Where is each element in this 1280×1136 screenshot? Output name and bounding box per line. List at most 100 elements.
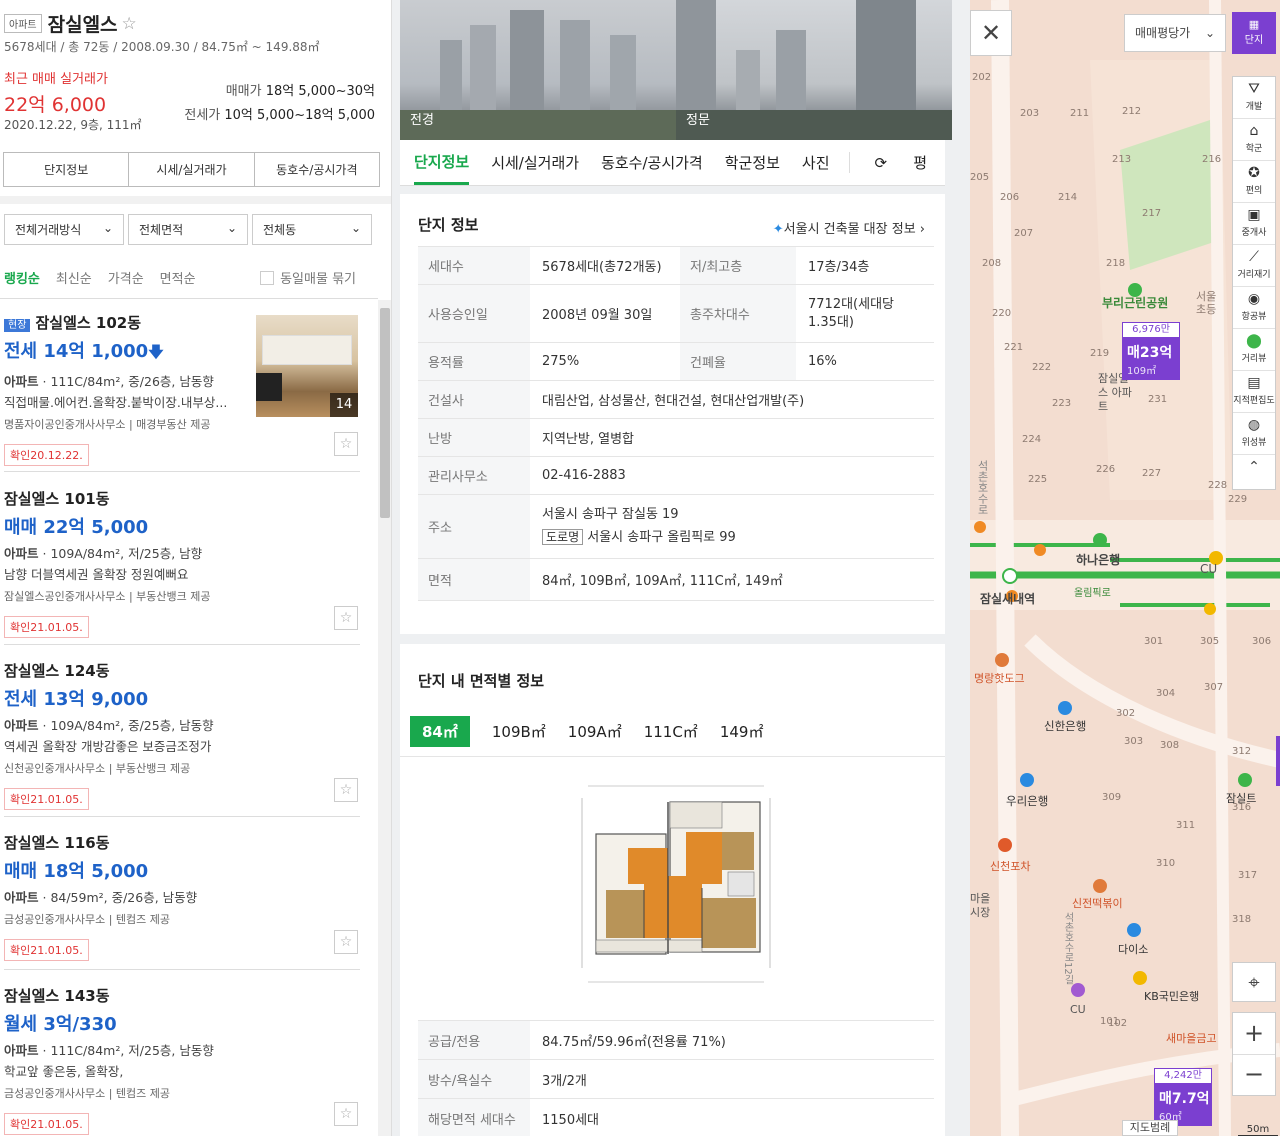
listing-title: 잠실엘스 124동 xyxy=(4,662,110,680)
listing-price: 전세 13억 9,000 xyxy=(4,689,149,710)
sort-price[interactable]: 가격순 xyxy=(108,268,144,287)
refresh-icon: ⟳ xyxy=(874,154,888,172)
price-type-select[interactable]: 매매평당가 ⌄ xyxy=(1124,14,1226,52)
area-tab-109a[interactable]: 109A㎡ xyxy=(568,721,622,742)
map-label-school: 서울 초등 xyxy=(1196,290,1217,316)
sort-area[interactable]: 면적순 xyxy=(160,268,196,287)
sort-latest[interactable]: 최신순 xyxy=(56,268,92,287)
area-tab-84[interactable]: 84㎡ xyxy=(410,716,470,747)
listing-desc: 학교앞 좋은동, 올확장, xyxy=(4,1064,124,1079)
seoul-logo-icon: ✦ xyxy=(772,222,784,237)
map-tools: ⛛ 개발 ⌂ 학군 ✪ 편의 ▣ 중개사 ⟋ 거리재기 ◉ 항공뷰 ⬤ 거리뷰 ▤ 지적편집도 … xyxy=(1232,76,1276,490)
favorite-star-icon[interactable]: ☆ xyxy=(334,432,358,456)
map-price-pin-partial[interactable] xyxy=(1276,736,1280,786)
left-tab-unit[interactable]: 동호수/공시가격 xyxy=(253,152,380,187)
current-location-button[interactable]: ⌖ xyxy=(1232,962,1276,1002)
favorite-star-icon[interactable]: ☆ xyxy=(334,778,358,802)
filter-area[interactable]: 전체면적 ⌄ xyxy=(128,214,248,245)
tool-school[interactable]: ⌂ 학군 xyxy=(1233,119,1275,161)
listing-agent: 명품자이공인중개사사무소 | 매경부동산 제공 xyxy=(4,418,211,431)
favorite-star-icon[interactable]: ☆ xyxy=(334,1102,358,1126)
ruler-icon: ⟋ xyxy=(1249,249,1259,265)
map-block-number: 226 xyxy=(1096,464,1116,475)
listing-item[interactable]: 잠실엘스 101동 매매 22억 5,000 아파트 · 109A/84m², … xyxy=(4,488,360,645)
listing-agent: 금성공인중개사사무소 | 텐컴즈 제공 xyxy=(4,913,171,926)
collapse-tools-button[interactable]: ⌃ xyxy=(1233,455,1275,481)
recent-price-label: 최근 매매 실거래가 xyxy=(4,72,108,87)
map-block-number: 317 xyxy=(1238,870,1258,881)
area-tab-109b[interactable]: 109B㎡ xyxy=(492,721,546,742)
map-block-number: 216 xyxy=(1202,154,1222,165)
building-registry-link[interactable]: ✦서울시 건축물 대장 정보 › xyxy=(773,218,925,237)
tab-photo[interactable]: 사진 xyxy=(802,152,830,173)
map-block-number: 219 xyxy=(1090,348,1110,359)
listing-item[interactable]: 잠실엘스 143동 월세 3억/330 아파트 · 111C/84m², 저/2… xyxy=(4,985,360,1136)
listing-photo[interactable]: 14 xyxy=(256,315,358,417)
favorite-star-icon[interactable]: ☆ xyxy=(334,930,358,954)
map-label-hana: 하나은행 xyxy=(1076,553,1121,567)
left-tab-price[interactable]: 시세/실거래가 xyxy=(128,152,255,187)
zoom-in-button[interactable]: + xyxy=(1233,1013,1275,1055)
tool-convenience[interactable]: ✪ 편의 xyxy=(1233,161,1275,203)
scrollbar-thumb[interactable] xyxy=(380,308,390,518)
zoom-out-button[interactable]: − xyxy=(1233,1055,1275,1095)
filter-building[interactable]: 전체동 ⌄ xyxy=(252,214,372,245)
listing-item[interactable]: 잠실엘스 124동 전세 13억 9,000 아파트 · 109A/84m², … xyxy=(4,660,360,817)
area-tabs: 84㎡ 109B㎡ 109A㎡ 111C㎡ 149㎡ xyxy=(410,716,785,747)
area-tab-149[interactable]: 149㎡ xyxy=(720,721,764,742)
listing-agent: 금성공인중개사사무소 | 텐컴즈 제공 xyxy=(4,1087,171,1100)
complex-toggle-button[interactable]: ▦ 단지 xyxy=(1232,12,1276,54)
tool-development[interactable]: ⛛ 개발 xyxy=(1233,77,1275,119)
unit-toggle[interactable]: ⟳ 평 xyxy=(849,152,935,173)
map-label-pocha: 신천포차 xyxy=(990,860,1031,873)
map-block-number: 229 xyxy=(1228,494,1248,505)
tab-complex-info[interactable]: 단지정보 xyxy=(414,140,470,185)
filter-trade-type[interactable]: 전체거래방식 ⌄ xyxy=(4,214,124,245)
map-price-pin[interactable]: 4,242만 매7.7억 60㎡ xyxy=(1154,1068,1212,1126)
area-tab-111c[interactable]: 111C㎡ xyxy=(644,721,698,742)
map-block-number: 223 xyxy=(1052,398,1072,409)
chevron-down-icon: ⌄ xyxy=(350,221,361,235)
tool-street-view[interactable]: ⬤ 거리뷰 xyxy=(1233,329,1275,371)
tool-satellite[interactable]: ◍ 위성뷰 xyxy=(1233,413,1275,455)
listing-spec: 아파트 · 109A/84m², 저/25층, 남향 xyxy=(4,546,203,561)
group-same-listings[interactable]: 동일매물 묶기 xyxy=(260,268,372,287)
listing-price: 월세 3억/330 xyxy=(4,1014,117,1035)
map-legend-button[interactable]: 지도범례 xyxy=(1122,1120,1178,1136)
map-block-number: 307 xyxy=(1204,682,1224,693)
recent-price: 22억 6,000 xyxy=(4,94,107,116)
tab-school[interactable]: 학군정보 xyxy=(725,152,780,173)
close-icon: ✕ xyxy=(980,19,1002,47)
confirm-badge: 확인21.01.05. xyxy=(4,1113,89,1135)
map-block-number: 206 xyxy=(1000,192,1020,203)
tool-agent[interactable]: ▣ 중개사 xyxy=(1233,203,1275,245)
photo-overview[interactable]: 전경 xyxy=(400,0,676,140)
tab-price[interactable]: 시세/실거래가 xyxy=(491,152,579,173)
map-block-number: 306 xyxy=(1252,636,1272,647)
listing-item[interactable]: 현장 잠실엘스 102동 전세 14억 1,000🡇 아파트 · 111C/84… xyxy=(4,312,360,472)
floor-plan-image[interactable] xyxy=(578,778,778,988)
map-label-road2: 석촌호수로12길 xyxy=(1062,912,1073,985)
listing-title: 잠실엘스 116동 xyxy=(4,834,110,852)
tool-aerial[interactable]: ◉ 항공뷰 xyxy=(1233,287,1275,329)
group-checkbox[interactable] xyxy=(260,270,275,285)
photo-gate[interactable]: 정문 xyxy=(676,0,952,140)
left-tab-complex[interactable]: 단지정보 xyxy=(3,152,130,187)
chevron-down-icon: ⌄ xyxy=(1204,26,1215,40)
tool-cadastral[interactable]: ▤ 지적편집도 xyxy=(1233,371,1275,413)
close-map-button[interactable]: ✕ xyxy=(970,10,1012,56)
map-block-number: 208 xyxy=(982,258,1002,269)
favorite-star-icon[interactable]: ☆ xyxy=(334,606,358,630)
photo-gate-label: 정문 xyxy=(686,113,710,128)
listing-desc: 남향 더블역세권 올확장 정원예뻐요 xyxy=(4,567,189,582)
listing-item[interactable]: 잠실엘스 116동 매매 18억 5,000 아파트 · 84/59m², 중/… xyxy=(4,832,360,970)
scrollbar[interactable] xyxy=(378,300,391,1136)
favorite-star-icon[interactable]: ☆ xyxy=(122,14,137,34)
tool-ruler[interactable]: ⟋ 거리재기 xyxy=(1233,245,1275,287)
sort-ranking[interactable]: 랭킹순 xyxy=(4,268,40,287)
map-block-number: 221 xyxy=(1004,342,1024,353)
map-price-pin[interactable]: 6,976만 매23억 109㎡ xyxy=(1122,322,1180,380)
agent-icon: ▣ xyxy=(1247,207,1261,223)
tab-unit[interactable]: 동호수/공시가격 xyxy=(601,152,703,173)
map-view[interactable]: 202 203 211 212 216 205 206 213 214 217 … xyxy=(970,0,1280,1136)
